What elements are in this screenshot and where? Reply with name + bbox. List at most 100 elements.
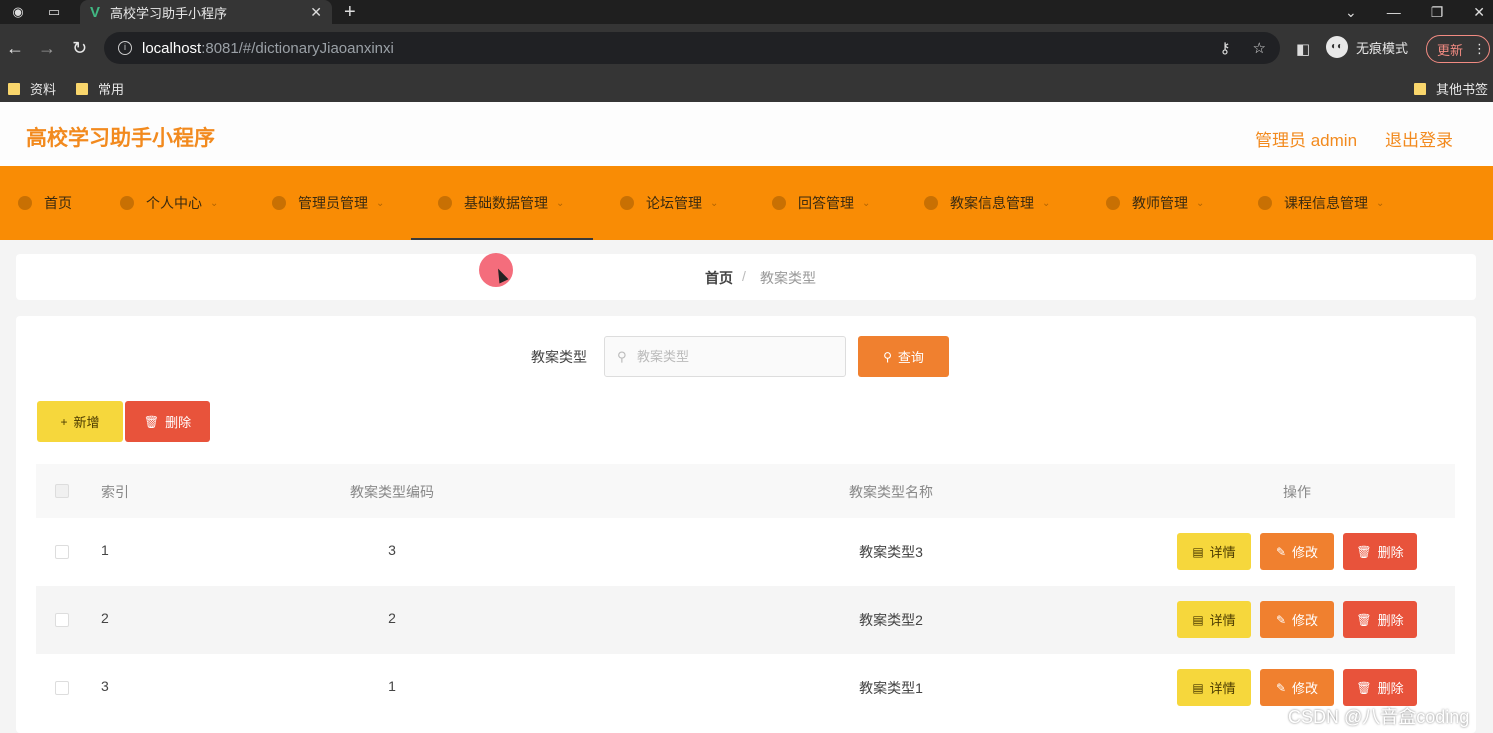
browser-tab-active[interactable]: V 高校学习助手小程序 ✕ — [80, 0, 332, 24]
detail-button[interactable]: ▤ 详情 — [1177, 601, 1251, 638]
detail-label: 详情 — [1209, 613, 1236, 628]
folder-icon — [76, 82, 88, 95]
new-tab-icon[interactable]: + — [344, 0, 356, 24]
breadcrumb-separator: / — [742, 268, 746, 284]
add-label: 新增 — [73, 415, 100, 430]
side-panel-icon[interactable]: ◧ — [1296, 40, 1310, 58]
forward-icon[interactable]: → — [38, 38, 56, 59]
menu-dots-icon[interactable]: ⋮ — [1473, 41, 1486, 57]
folder-icon — [8, 82, 20, 95]
nav-item-forum[interactable]: 论坛管理 ⌄ — [620, 166, 718, 240]
admin-icon — [272, 196, 286, 210]
nav-item-answers[interactable]: 回答管理 ⌄ — [772, 166, 870, 240]
chevron-down-icon: ⌄ — [376, 197, 385, 209]
row-checkbox[interactable] — [55, 613, 69, 627]
vue-logo-icon: V — [90, 3, 101, 21]
app-header: 高校学习助手小程序 管理员 admin 退出登录 — [0, 102, 1493, 166]
teacher-icon — [1106, 196, 1120, 210]
minimize-icon[interactable]: — — [1387, 4, 1401, 20]
edit-label: 修改 — [1292, 613, 1319, 628]
plus-icon: + — [60, 414, 68, 429]
delete-button[interactable]: 🗑 删除 — [1343, 601, 1417, 638]
breadcrumb: 首页 / 教案类型 — [16, 254, 1476, 300]
data-table: 索引 教案类型编码 教案类型名称 操作 1 3 教案类型3 ▤ 详情 ✎ 修改 🗑 删… — [36, 464, 1455, 722]
edit-button[interactable]: ✎ 修改 — [1260, 669, 1334, 706]
reload-icon[interactable]: ↻ — [72, 38, 87, 59]
breadcrumb-home[interactable]: 首页 — [705, 268, 733, 288]
chevron-down-icon: ⌄ — [710, 197, 719, 209]
folder-icon — [1414, 82, 1426, 95]
delete-label: 删除 — [1377, 681, 1404, 696]
key-icon[interactable]: ⚷ — [1220, 39, 1231, 57]
browser-globe-icon[interactable]: ◉ — [0, 0, 36, 24]
nav-item-admin[interactable]: 管理员管理 ⌄ — [272, 166, 384, 240]
other-bookmarks[interactable]: 其他书签 — [1414, 79, 1488, 98]
cell-index: 2 — [101, 610, 109, 626]
edit-label: 修改 — [1292, 681, 1319, 696]
url-input[interactable]: i localhost:8081/#/dictionaryJiaoanxinxi… — [104, 32, 1280, 64]
update-button[interactable]: 更新 ⋮ — [1426, 35, 1490, 63]
logout-link[interactable]: 退出登录 — [1385, 126, 1453, 151]
tab-title: 高校学习助手小程序 — [110, 5, 228, 21]
bookmark-star-icon[interactable]: ☆ — [1253, 39, 1266, 57]
nav-item-home[interactable]: 首页 — [18, 166, 72, 240]
search-icon: ⚲ — [883, 349, 892, 364]
nav-item-teachers[interactable]: 教师管理 ⌄ — [1106, 166, 1204, 240]
other-bookmarks-label: 其他书签 — [1436, 82, 1489, 97]
watermark: CSDN @八音盒coding — [1288, 707, 1470, 727]
nav-item-lesson-plans[interactable]: 教案信息管理 ⌄ — [924, 166, 1050, 240]
home-icon — [18, 196, 32, 210]
trash-icon: 🗑 — [1356, 544, 1372, 559]
bookmark-folder-1[interactable]: 常用 — [76, 79, 124, 98]
nav-label: 首页 — [44, 195, 72, 211]
tab-search-icon[interactable]: ⌄ — [1345, 4, 1357, 21]
trash-icon: 🗑 — [1356, 612, 1372, 627]
delete-button[interactable]: 🗑 删除 — [1343, 669, 1417, 706]
header-name: 教案类型名称 — [849, 484, 933, 500]
detail-button[interactable]: ▤ 详情 — [1177, 669, 1251, 706]
chevron-down-icon: ⌄ — [556, 197, 565, 209]
forum-icon — [620, 196, 634, 210]
query-label: 查询 — [897, 350, 924, 365]
detail-button[interactable]: ▤ 详情 — [1177, 533, 1251, 570]
nav-item-courses[interactable]: 课程信息管理 ⌄ — [1258, 166, 1384, 240]
edit-icon: ✎ — [1275, 544, 1287, 559]
incognito-indicator[interactable]: ◐◐ 无痕模式 — [1326, 36, 1408, 58]
row-checkbox[interactable] — [55, 681, 69, 695]
batch-delete-button[interactable]: 🗑 删除 — [125, 401, 210, 442]
chevron-down-icon: ⌄ — [1196, 197, 1205, 209]
cell-code: 3 — [388, 542, 396, 558]
delete-label: 删除 — [1377, 545, 1404, 560]
tab-overview-icon[interactable]: ▭ — [36, 0, 72, 24]
user-icon — [120, 196, 134, 210]
bookmark-folder-0[interactable]: 资料 — [8, 79, 56, 98]
site-info-icon[interactable]: i — [118, 41, 132, 55]
nav-label: 论坛管理 — [646, 195, 702, 211]
cell-code: 2 — [388, 610, 396, 626]
window-close-icon[interactable]: ✕ — [1473, 4, 1485, 21]
back-icon[interactable]: ← — [6, 38, 24, 59]
trash-icon: 🗑 — [143, 414, 160, 429]
query-button[interactable]: ⚲ 查询 — [858, 336, 949, 377]
admin-label: 管理员 admin — [1255, 131, 1358, 150]
nav-item-basic-data[interactable]: 基础数据管理 ⌄ — [438, 166, 564, 240]
row-checkbox[interactable] — [55, 545, 69, 559]
nav-label: 教案信息管理 — [950, 195, 1034, 211]
edit-button[interactable]: ✎ 修改 — [1260, 533, 1334, 570]
search-input[interactable]: ⚲ 教案类型 — [604, 336, 846, 377]
delete-button[interactable]: 🗑 删除 — [1343, 533, 1417, 570]
restore-icon[interactable]: ❐ — [1431, 4, 1444, 21]
bookmarks-bar: 资料 常用 其他书签 — [0, 72, 1493, 102]
nav-item-profile[interactable]: 个人中心 ⌄ — [120, 166, 218, 240]
search-placeholder: 教案类型 — [637, 349, 690, 364]
document-icon: ▤ — [1192, 612, 1204, 627]
add-button[interactable]: + 新增 — [37, 401, 123, 442]
tab-close-icon[interactable]: ✕ — [310, 4, 322, 21]
header-ops: 操作 — [1283, 484, 1311, 500]
update-label: 更新 — [1437, 42, 1464, 58]
edit-button[interactable]: ✎ 修改 — [1260, 601, 1334, 638]
select-all-checkbox[interactable] — [55, 484, 69, 498]
main-nav: 首页 个人中心 ⌄ 管理员管理 ⌄ 基础数据管理 ⌄ 论坛管理 ⌄ 回答管理 ⌄ 教案信息… — [0, 166, 1493, 240]
incognito-label: 无痕模式 — [1356, 40, 1409, 56]
edit-icon: ✎ — [1275, 680, 1287, 695]
